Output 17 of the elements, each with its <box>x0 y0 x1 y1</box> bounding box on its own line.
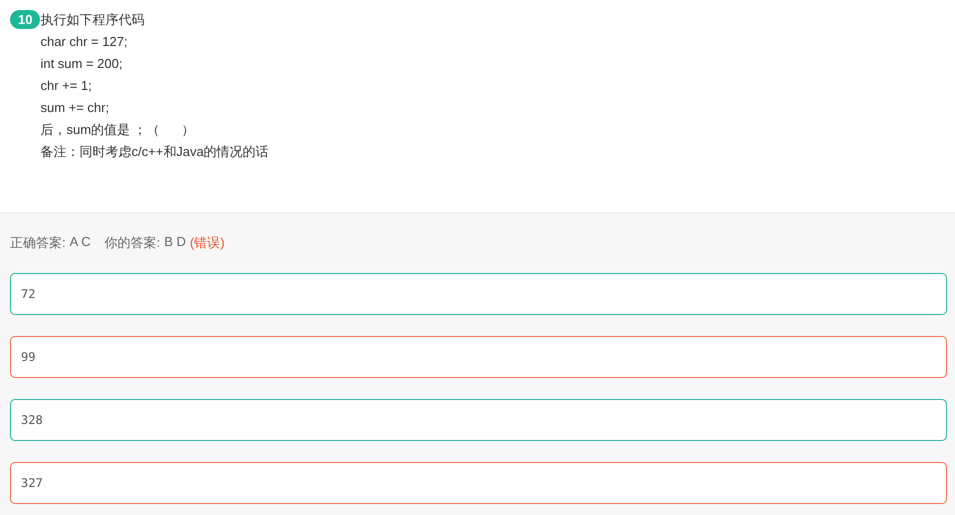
question-text: 后，sum的值是 ；（ ） <box>40 121 196 139</box>
your-answer-label: 你的答案: <box>104 234 160 252</box>
question-text: char chr = 127; <box>40 33 129 51</box>
answer-option[interactable]: 327 <box>10 462 947 504</box>
your-answer: B D <box>164 234 186 251</box>
answer-option[interactable]: 72 <box>10 273 947 315</box>
correct-answer-label: 正确答案: <box>10 234 66 252</box>
verdict-text: (错误) <box>190 234 225 252</box>
question-text: 执行如下程序代码 <box>40 11 146 29</box>
question-number-badge: 10 <box>10 10 40 29</box>
question-text: 备注：同时考虑c/c++和Java的情况的话 <box>40 143 269 161</box>
answer-option[interactable]: 328 <box>10 399 947 441</box>
question-text: sum += chr; <box>40 99 110 117</box>
question-text: int sum = 200; <box>40 55 124 73</box>
question-text: chr += 1; <box>40 77 93 95</box>
answer-option[interactable]: 99 <box>10 336 947 378</box>
correct-answer: A C <box>70 234 91 251</box>
